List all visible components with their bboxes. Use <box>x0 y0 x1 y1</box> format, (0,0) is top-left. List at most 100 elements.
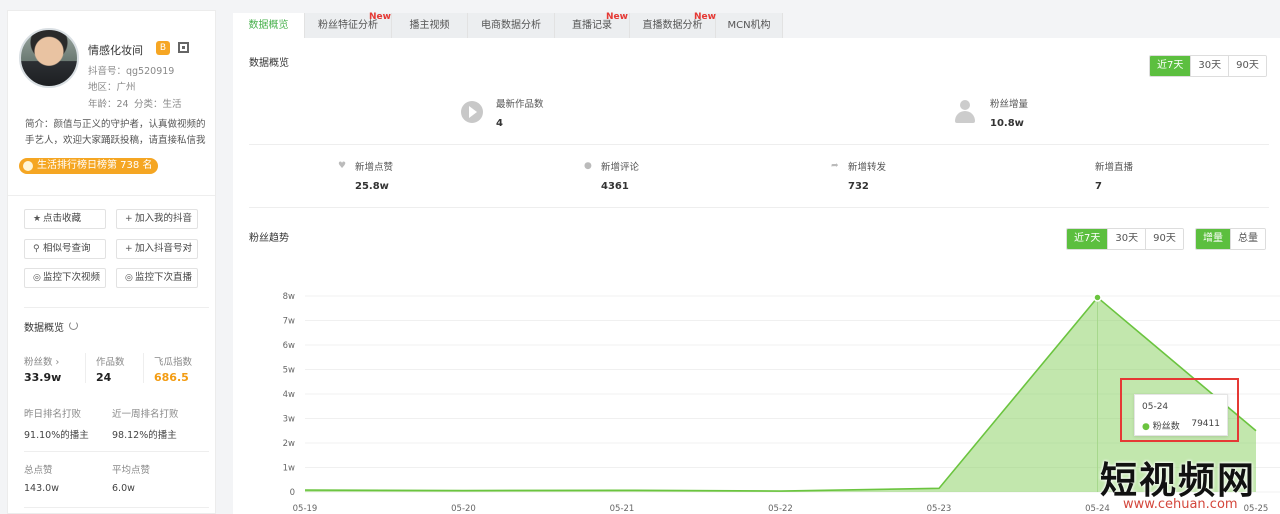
divider <box>143 353 144 383</box>
verified-badge-icon: B <box>156 41 170 55</box>
qrcode-icon[interactable] <box>178 42 189 53</box>
fans-stat[interactable]: 粉丝数 › 33.9w <box>24 354 61 384</box>
mode-increment[interactable]: 增量 <box>1196 229 1231 249</box>
share-icon: ➦ <box>831 161 839 171</box>
y-tick-label: 6w <box>283 341 295 351</box>
tab-live-records[interactable]: New 直播记录 <box>555 12 630 38</box>
new-badge: New <box>606 12 628 22</box>
new-works-kpi: 最新作品数 4 <box>496 99 544 129</box>
total-likes-stat: 总点赞 143.0w <box>24 465 59 494</box>
works-stat: 作品数 24 <box>96 357 125 384</box>
yday-rank-stat: 昨日排名打败 91.10%的播主 <box>24 409 89 441</box>
watermark-text: 短视频网 <box>1100 458 1256 502</box>
divider <box>24 451 209 452</box>
divider <box>24 507 209 508</box>
tooltip-series: 粉丝数 <box>1152 422 1180 432</box>
plus-icon: + <box>125 214 133 224</box>
tab-videos[interactable]: 播主视频 <box>392 13 468 38</box>
sidebar: 情感化妆间 B 抖音号：qg520919 地区：广州 年龄：24 分类：生活 简… <box>7 10 216 514</box>
overview-title: 数据概览 <box>249 58 289 69</box>
trend-title: 粉丝趋势 <box>249 233 289 244</box>
x-tick-label: 05-25 <box>1244 504 1269 514</box>
trend-range-selector: 近7天 30天 90天 <box>1066 228 1184 250</box>
tab-live-analysis[interactable]: New 直播数据分析 <box>630 12 716 38</box>
chart-tooltip: 05-24 ● 粉丝数 79411 <box>1134 394 1228 436</box>
week-rank-stat: 近一周排名打败 98.12%的播主 <box>112 409 179 441</box>
x-tick-label: 05-23 <box>927 504 952 514</box>
index-stat: 飞瓜指数 686.5 <box>154 357 193 384</box>
y-tick-label: 2w <box>283 439 295 449</box>
rank-badge[interactable]: 生活排行榜日榜第 738 名 <box>19 158 159 174</box>
heart-icon: ♥ <box>338 161 347 171</box>
trend-range-7d[interactable]: 近7天 <box>1067 229 1109 249</box>
add-compare-button[interactable]: + 加入抖音号对 <box>116 239 198 259</box>
monitor-video-button[interactable]: ◎ 监控下次视频 <box>24 268 106 288</box>
monitor-icon: ◎ <box>125 273 133 283</box>
new-shares-kpi: 新增转发 732 <box>848 162 887 192</box>
y-tick-label: 8w <box>283 292 295 302</box>
divider <box>85 353 86 383</box>
avatar[interactable] <box>19 28 79 88</box>
y-tick-label: 0 <box>290 488 295 498</box>
new-likes-kpi: 新增点赞 25.8w <box>355 162 394 192</box>
add-mine-button[interactable]: + 加入我的抖音 <box>116 209 198 229</box>
x-tick-label: 05-20 <box>451 504 476 514</box>
tab-bar: 数据概览 New 粉丝特征分析 播主视频 电商数据分析 New 直播记录 New 直播… <box>233 10 1280 38</box>
y-tick-label: 3w <box>283 415 295 425</box>
x-tick-label: 05-24 <box>1085 504 1110 514</box>
hover-point[interactable] <box>1093 293 1102 302</box>
douyin-id: 抖音号：qg520919 <box>88 66 175 77</box>
age: 年龄：24 <box>88 99 129 110</box>
x-tick-label: 05-22 <box>768 504 793 514</box>
range-90d[interactable]: 90天 <box>1229 56 1266 76</box>
profile-bio: 简介：颜值与正义的守护者，认真做视频的手艺人，欢迎大家踊跃投稿，请直接私信我 <box>25 119 206 146</box>
overview-panel: 数据概览 近7天 30天 90天 最新作品数 4 粉丝增量 10.8w ♥ 新增… <box>233 38 1280 514</box>
tooltip-marker-icon: ● <box>1142 422 1150 432</box>
trend-mode-selector: 增量 总量 <box>1195 228 1266 250</box>
watermark-url: www.cehuan.com <box>1123 497 1238 512</box>
star-icon: ★ <box>33 214 42 224</box>
y-tick-label: 1w <box>283 464 295 474</box>
new-badge: New <box>694 12 716 22</box>
mode-total[interactable]: 总量 <box>1231 229 1265 249</box>
monitor-icon: ◎ <box>33 273 41 283</box>
main-content: 数据概览 New 粉丝特征分析 播主视频 电商数据分析 New 直播记录 New 直播… <box>233 10 1280 514</box>
similar-search-button[interactable]: ⚲ 相似号查询 <box>24 239 106 259</box>
y-tick-label: 7w <box>283 317 295 327</box>
tooltip-value: 79411 <box>1191 419 1220 429</box>
user-icon <box>954 100 976 126</box>
y-tick-label: 4w <box>283 390 295 400</box>
x-tick-label: 05-21 <box>610 504 635 514</box>
tab-mcn[interactable]: MCN机构 <box>716 13 783 38</box>
profile-name: 情感化妆间 <box>88 44 143 57</box>
tab-overview[interactable]: 数据概览 <box>233 13 305 38</box>
new-lives-kpi: 新增直播 7 <box>1095 162 1134 192</box>
search-icon: ⚲ <box>33 244 40 254</box>
fans-growth-kpi: 粉丝增量 10.8w <box>990 99 1029 129</box>
plus-icon: + <box>125 244 133 254</box>
divider <box>249 207 1269 208</box>
comment-icon: ● <box>584 161 592 171</box>
range-7d[interactable]: 近7天 <box>1150 56 1192 76</box>
tab-ecommerce[interactable]: 电商数据分析 <box>468 13 555 38</box>
monitor-live-button[interactable]: ◎ 监控下次直播 <box>116 268 198 288</box>
avg-likes-stat: 平均点赞 6.0w <box>112 465 151 494</box>
tab-fan-features[interactable]: New 粉丝特征分析 <box>305 12 392 38</box>
y-tick-label: 5w <box>283 366 295 376</box>
favorite-button[interactable]: ★ 点击收藏 <box>24 209 106 229</box>
category: 分类：生活 <box>134 99 182 110</box>
new-comments-kpi: 新增评论 4361 <box>601 162 640 192</box>
divider <box>249 144 1269 145</box>
stats-title: 数据概览 <box>24 323 64 334</box>
refresh-icon[interactable] <box>69 321 78 330</box>
region: 地区：广州 <box>88 82 136 93</box>
divider <box>24 307 209 308</box>
new-badge: New <box>369 12 391 22</box>
range-30d[interactable]: 30天 <box>1191 56 1230 76</box>
trend-range-90d[interactable]: 90天 <box>1146 229 1183 249</box>
x-tick-label: 05-19 <box>293 504 318 514</box>
tooltip-date: 05-24 <box>1142 402 1169 412</box>
crown-icon <box>23 161 33 171</box>
trend-range-30d[interactable]: 30天 <box>1108 229 1147 249</box>
overview-range-selector: 近7天 30天 90天 <box>1149 55 1267 77</box>
